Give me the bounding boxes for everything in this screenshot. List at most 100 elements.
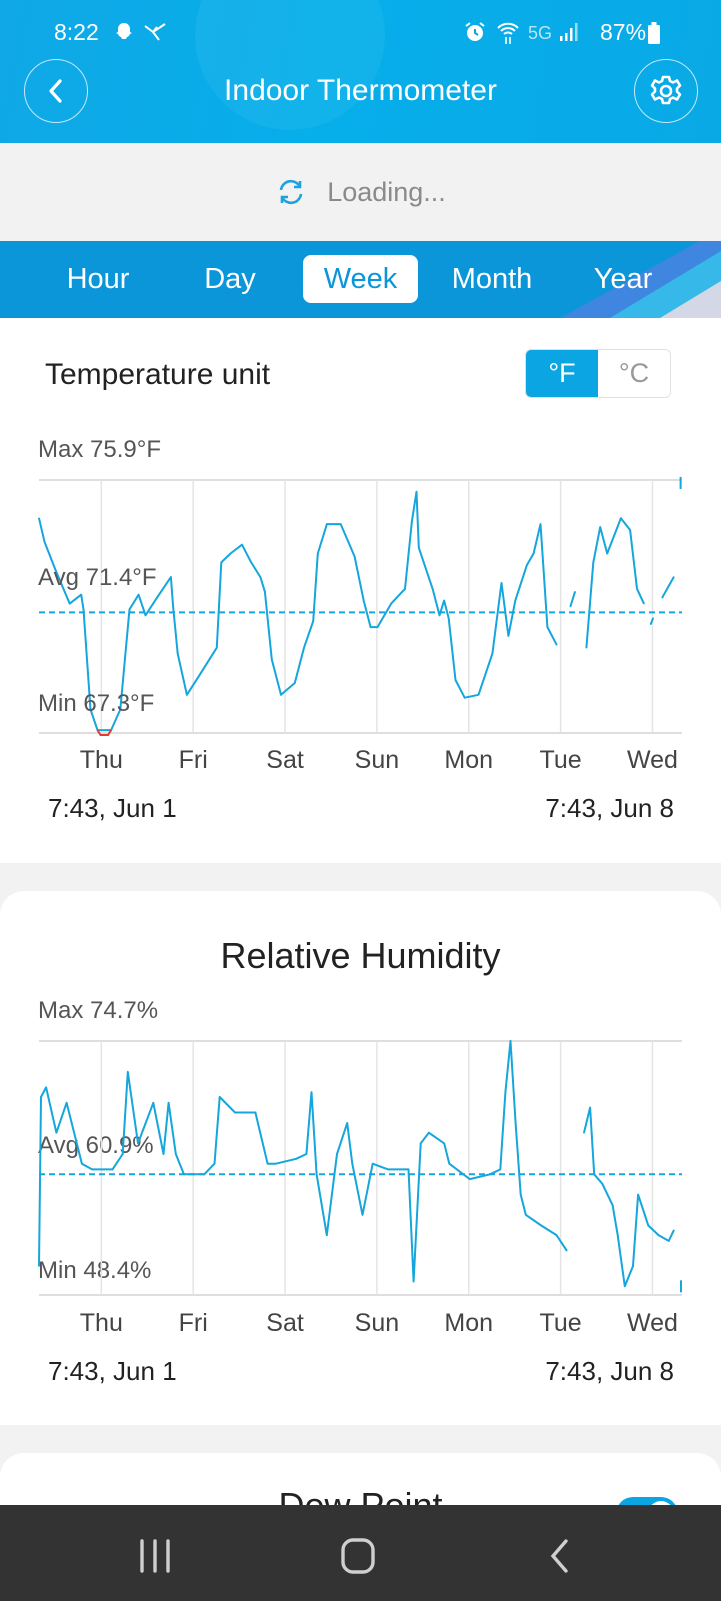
data-point bbox=[362, 599, 365, 602]
data-point bbox=[376, 626, 379, 628]
data-point bbox=[121, 1153, 124, 1155]
data-point bbox=[412, 1280, 415, 1283]
data-point bbox=[371, 1162, 374, 1165]
data-point bbox=[220, 561, 223, 564]
x-tick-label: Sun bbox=[354, 746, 400, 774]
data-point bbox=[532, 552, 535, 555]
data-point bbox=[546, 626, 549, 628]
x-tick-label: Fri bbox=[178, 1309, 208, 1337]
refresh-icon bbox=[279, 179, 303, 205]
system-nav-bar bbox=[0, 1505, 721, 1601]
tab-hour[interactable]: Hour bbox=[52, 255, 144, 303]
data-point bbox=[126, 1071, 129, 1073]
data-point bbox=[637, 1193, 639, 1196]
avg-label: Avg 71.4°F bbox=[38, 564, 157, 591]
wifi-icon bbox=[497, 22, 519, 44]
tab-year[interactable]: Year bbox=[583, 255, 663, 303]
loading-indicator: Loading... bbox=[0, 143, 721, 241]
data-point bbox=[611, 1204, 614, 1206]
data-point bbox=[555, 643, 558, 646]
data-point bbox=[661, 596, 664, 599]
data-point bbox=[68, 602, 71, 605]
gear-icon bbox=[650, 75, 682, 105]
battery-percent: 87% bbox=[600, 19, 647, 45]
data-point bbox=[81, 1162, 83, 1165]
back-nav-icon[interactable] bbox=[548, 1537, 572, 1575]
x-tick-label: Fri bbox=[178, 746, 208, 774]
data-point bbox=[353, 555, 356, 558]
data-point bbox=[218, 1096, 221, 1098]
data-point bbox=[264, 590, 266, 593]
data-point bbox=[601, 1183, 604, 1185]
data-point bbox=[565, 1249, 568, 1252]
alarm-icon bbox=[465, 22, 485, 41]
data-line bbox=[585, 517, 645, 648]
range-start: 7:43, Jun 1 bbox=[48, 793, 177, 823]
data-point bbox=[351, 1162, 354, 1165]
data-point bbox=[632, 1265, 634, 1267]
data-point bbox=[504, 1091, 507, 1093]
data-point bbox=[431, 588, 434, 590]
data-point bbox=[489, 1173, 491, 1176]
messenger-icon bbox=[144, 23, 166, 41]
range-end: 7:43, Jun 8 bbox=[545, 1356, 674, 1386]
data-point bbox=[454, 679, 457, 681]
data-point bbox=[667, 1240, 670, 1242]
data-point bbox=[274, 1162, 277, 1165]
data-point bbox=[254, 1111, 257, 1114]
data-point bbox=[259, 576, 262, 578]
data-point bbox=[443, 1142, 445, 1145]
x-tick-label: Tue bbox=[539, 1309, 582, 1337]
data-point bbox=[82, 608, 85, 611]
settings-button[interactable] bbox=[634, 59, 698, 123]
tab-week[interactable]: Week bbox=[303, 255, 418, 303]
data-point bbox=[593, 1173, 596, 1176]
temperature-card: Temperature unit °F °C Max 75.9°F Avg 71… bbox=[0, 318, 721, 863]
x-tick-label: Sun bbox=[354, 1309, 400, 1337]
recent-apps-icon[interactable] bbox=[138, 1539, 172, 1573]
home-icon[interactable] bbox=[340, 1537, 376, 1575]
data-point bbox=[589, 1106, 591, 1109]
data-point bbox=[583, 1131, 585, 1134]
snapchat-icon bbox=[116, 23, 132, 39]
data-point bbox=[616, 1234, 619, 1236]
data-point bbox=[137, 593, 140, 596]
data-point bbox=[606, 552, 608, 555]
data-point bbox=[326, 523, 328, 525]
data-point bbox=[447, 617, 450, 620]
data-point bbox=[525, 1214, 527, 1216]
data-point bbox=[509, 1040, 512, 1042]
data-point bbox=[167, 1102, 170, 1104]
data-point bbox=[250, 561, 253, 564]
data-point bbox=[499, 1168, 502, 1171]
data-point bbox=[80, 593, 83, 596]
data-point bbox=[144, 614, 147, 617]
data-point bbox=[387, 1168, 389, 1171]
data-point bbox=[91, 1168, 93, 1171]
data-line bbox=[38, 1040, 568, 1283]
data-point bbox=[111, 1168, 114, 1171]
status-time: 8:22 bbox=[54, 19, 99, 45]
data-point bbox=[339, 523, 342, 525]
data-point bbox=[162, 1153, 165, 1155]
data-point bbox=[174, 1153, 177, 1155]
tab-day[interactable]: Day bbox=[190, 255, 270, 303]
data-point bbox=[271, 658, 273, 661]
data-point bbox=[574, 590, 576, 593]
data-point bbox=[390, 602, 393, 605]
data-point bbox=[477, 693, 480, 696]
data-point bbox=[514, 1122, 517, 1124]
x-tick-label: Thu bbox=[79, 746, 123, 774]
data-point bbox=[592, 561, 595, 564]
tab-month[interactable]: Month bbox=[438, 255, 546, 303]
data-point bbox=[415, 490, 418, 493]
data-point bbox=[647, 1224, 650, 1227]
data-point bbox=[241, 543, 243, 546]
range-end: 7:43, Jun 8 bbox=[545, 793, 674, 823]
battery-icon bbox=[648, 22, 660, 44]
data-line bbox=[661, 576, 675, 599]
data-point bbox=[555, 1234, 558, 1236]
data-line bbox=[583, 1106, 675, 1288]
data-point bbox=[312, 620, 314, 623]
period-tabs: Hour Day Week Month Year bbox=[0, 241, 721, 318]
